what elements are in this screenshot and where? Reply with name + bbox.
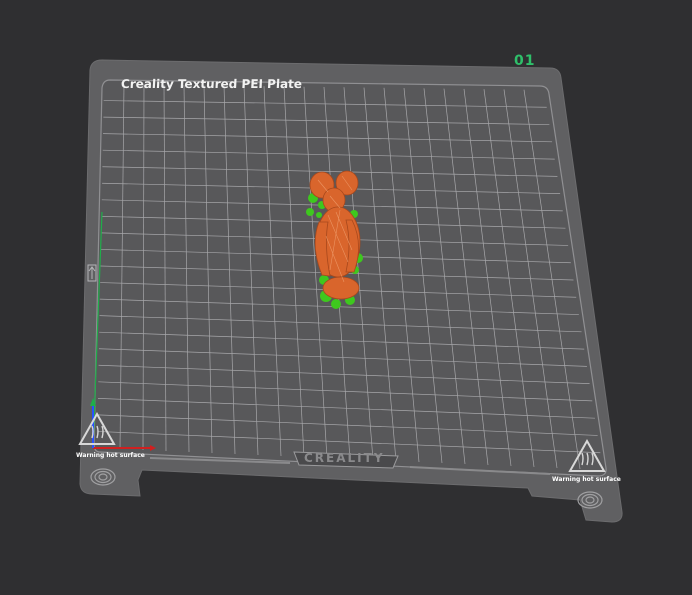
plate-surface-border	[93, 79, 607, 477]
brand-logo-text: CREALITY	[304, 451, 385, 465]
plate-number[interactable]: 01	[514, 53, 535, 69]
plate-title: Creality Textured PEI Plate	[120, 77, 303, 91]
3d-viewport[interactable]	[0, 0, 692, 595]
warning-label-right: Warning hot surface	[552, 476, 621, 483]
warning-label-left: Warning hot surface	[76, 452, 145, 459]
